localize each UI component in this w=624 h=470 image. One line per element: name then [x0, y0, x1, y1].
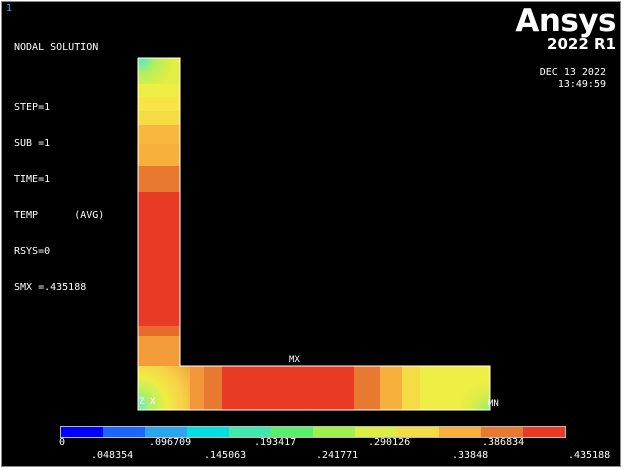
legend-tick: .241771 [316, 450, 359, 461]
contour-band [138, 336, 180, 366]
axis-triad: Z X [139, 397, 156, 407]
contour-band [138, 192, 180, 326]
model-outline [137, 57, 491, 411]
legend-swatch [103, 427, 145, 437]
legend-tick: .193417 [254, 437, 297, 448]
legend-tick: .435188 [568, 450, 611, 461]
contour-band [354, 366, 380, 410]
contour-band [138, 84, 180, 97]
contour-band [190, 366, 204, 410]
legend-tick: .33848 [452, 450, 489, 461]
legend-swatch [187, 427, 229, 437]
contour-band [138, 58, 180, 84]
legend-tick: 0 [59, 437, 66, 448]
legend-swatch [355, 427, 397, 437]
contour-band [222, 366, 354, 410]
legend-tick: .145063 [204, 450, 247, 461]
legend-swatch [229, 427, 271, 437]
contour-band [138, 125, 180, 144]
graphics-viewport[interactable]: 1 NODAL SOLUTION STEP=1 SUB =1 TIME=1 TE… [1, 1, 621, 467]
max-marker: MX [289, 355, 300, 365]
legend-tick: .290126 [368, 437, 411, 448]
contour-band [138, 144, 180, 166]
legend-swatch [397, 427, 439, 437]
legend-swatch [61, 427, 103, 437]
legend-swatch [271, 427, 313, 437]
min-marker: MN [488, 399, 499, 409]
contour-band [460, 366, 490, 410]
legend-swatch [439, 427, 481, 437]
contour-band [380, 366, 402, 410]
legend-swatch [523, 427, 565, 437]
contour-band [138, 326, 180, 336]
contour-band [138, 111, 180, 125]
contour-band [420, 366, 460, 410]
legend-tick: .048354 [91, 450, 134, 461]
legend-swatch [313, 427, 355, 437]
contour-plot[interactable] [2, 2, 621, 467]
contour-band [402, 366, 420, 410]
contour-band [138, 166, 180, 192]
contour-band [204, 366, 222, 410]
legend-tick: .386834 [482, 437, 525, 448]
contour-band [138, 97, 180, 111]
legend-tick: .096709 [149, 437, 192, 448]
legend-swatch [145, 427, 187, 437]
legend-swatch [481, 427, 523, 437]
